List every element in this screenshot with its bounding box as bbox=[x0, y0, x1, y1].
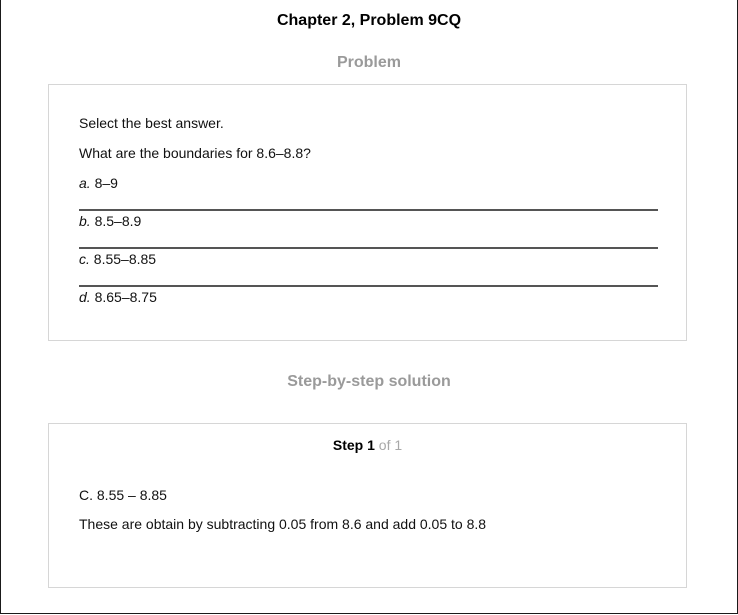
option-text: 8.55–8.85 bbox=[93, 251, 157, 267]
solution-card: Step 1 of 1 C. 8.55 – 8.85 These are obt… bbox=[48, 423, 687, 588]
option-letter: b. bbox=[79, 213, 91, 229]
step-total: of 1 bbox=[378, 437, 403, 453]
answer-option-b[interactable]: b. 8.5–8.9 bbox=[79, 211, 658, 249]
option-text: 8–9 bbox=[94, 175, 118, 191]
option-letter: a. bbox=[79, 175, 91, 191]
step-indicator: Step 1 of 1 bbox=[49, 437, 686, 453]
solution-explanation: These are obtain by subtracting 0.05 fro… bbox=[79, 516, 487, 532]
answer-option-c[interactable]: c. 8.55–8.85 bbox=[79, 249, 658, 287]
option-text: 8.65–8.75 bbox=[94, 289, 157, 305]
answer-option-a[interactable]: a. 8–9 bbox=[79, 173, 658, 211]
option-letter: c. bbox=[79, 251, 90, 267]
answer-option-d[interactable]: d. 8.65–8.75 bbox=[79, 287, 658, 325]
option-text: 8.5–8.9 bbox=[94, 213, 142, 229]
problem-question: What are the boundaries for 8.6–8.8? bbox=[79, 145, 311, 161]
step-number: 1 bbox=[367, 437, 375, 453]
problem-instruction: Select the best answer. bbox=[79, 115, 224, 131]
problem-card: Select the best answer. What are the bou… bbox=[48, 84, 687, 341]
solution-answer: C. 8.55 – 8.85 bbox=[79, 487, 167, 503]
problem-heading: Problem bbox=[336, 54, 401, 71]
answer-options: a. 8–9 b. 8.5–8.9 c. 8.55–8.85 d. 8.65–8… bbox=[79, 173, 658, 325]
option-letter: d. bbox=[79, 289, 91, 305]
solution-heading: Step-by-step solution bbox=[287, 373, 451, 390]
page-title: Chapter 2, Problem 9CQ bbox=[276, 12, 462, 29]
step-word: Step bbox=[332, 437, 364, 453]
